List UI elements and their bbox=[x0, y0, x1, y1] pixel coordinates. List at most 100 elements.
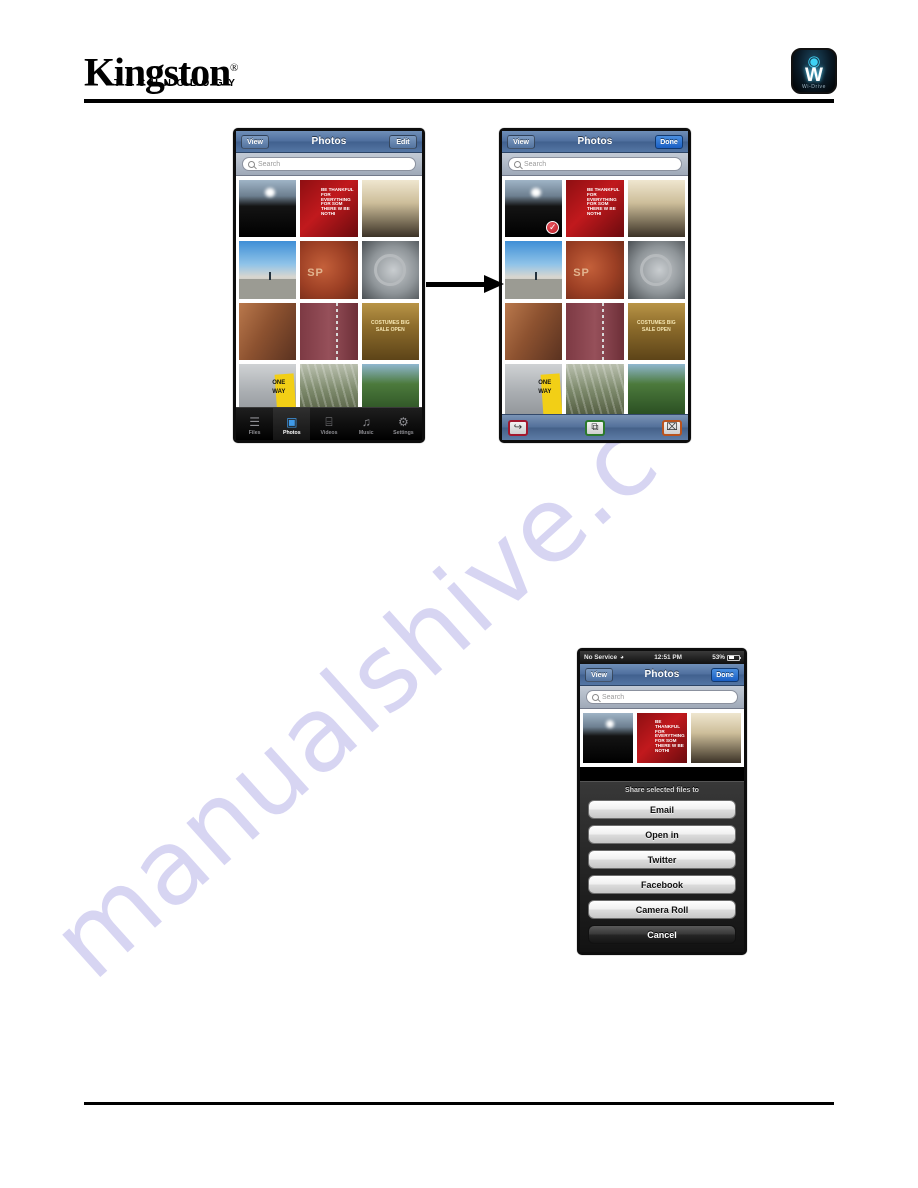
photo-thumbnail[interactable] bbox=[566, 302, 624, 360]
page-title: Photos bbox=[311, 136, 347, 147]
thumbnail-caption-text: ONE WAY bbox=[538, 379, 552, 395]
thumbnail-caption-text: SP bbox=[307, 266, 324, 279]
photo-thumbnail[interactable]: ONE WAY bbox=[505, 363, 563, 422]
share-option-camera-roll[interactable]: Camera Roll bbox=[588, 900, 736, 919]
carrier-label: No Service bbox=[584, 654, 618, 661]
thumbnail-image bbox=[505, 241, 563, 299]
tab-files[interactable]: ☰ Files bbox=[236, 408, 273, 440]
search-icon-2 bbox=[514, 160, 521, 168]
share-option-twitter[interactable]: Twitter bbox=[588, 850, 736, 869]
photo-thumbnail[interactable]: SP bbox=[566, 241, 624, 299]
header-divider bbox=[84, 99, 834, 103]
search-input-2[interactable]: Search bbox=[508, 157, 682, 171]
music-icon: ♫ bbox=[361, 414, 371, 429]
photo-thumbnail[interactable] bbox=[566, 363, 624, 422]
trash-icon: ⌧ bbox=[666, 421, 678, 433]
share-option-facebook[interactable]: Facebook bbox=[588, 875, 736, 894]
phone-screenshot-select: View Photos Done Search ✓ BE THANKFUL FOR… bbox=[499, 128, 691, 443]
search-icon bbox=[248, 160, 255, 168]
photo-thumbnail[interactable]: BE THANKFUL FOR EVERYTHING FOR SOM THERE… bbox=[566, 180, 624, 238]
tab-label: Videos bbox=[320, 429, 338, 436]
battery-icon bbox=[727, 654, 742, 661]
page-watermark: manualshive.c bbox=[0, 0, 918, 1188]
thumbnail-caption-text: BE THANKFUL FOR EVERYTHING FOR SOM THERE… bbox=[655, 719, 685, 753]
thumbnail-caption-text: COSTUMES BIG SALE OPEN bbox=[371, 319, 410, 334]
search-icon-3 bbox=[592, 693, 599, 701]
share-icon: ↪ bbox=[513, 421, 523, 433]
kingston-logo: Kingston® TECHNOLOGY bbox=[84, 48, 254, 96]
copy-icon: ⧉ bbox=[591, 421, 599, 433]
thumbnail-caption-text: BE THANKFUL FOR EVERYTHING FOR SOM THERE… bbox=[586, 187, 620, 217]
tab-label: Music bbox=[358, 429, 374, 436]
thumbnail-image bbox=[361, 180, 419, 238]
view-button-3[interactable]: View bbox=[585, 668, 613, 682]
share-option-email[interactable]: Email bbox=[588, 800, 736, 819]
footer-divider bbox=[84, 1102, 834, 1105]
thumbnail-caption-text: BE THANKFUL FOR EVERYTHING FOR SOM THERE… bbox=[320, 187, 354, 217]
photo-thumbnail[interactable] bbox=[627, 363, 685, 422]
cancel-button[interactable]: Cancel bbox=[588, 925, 736, 944]
search-placeholder-2: Search bbox=[524, 160, 547, 168]
photo-thumbnail[interactable]: BE THANKFUL FOR EVERYTHING FOR SOM THERE… bbox=[300, 180, 358, 238]
tab-label: Settings bbox=[393, 429, 414, 436]
thumbnail-image bbox=[300, 302, 358, 360]
search-placeholder: Search bbox=[258, 160, 281, 168]
tab-settings[interactable]: ⚙ Settings bbox=[385, 408, 422, 440]
phone3-navbar: View Photos Done bbox=[580, 664, 744, 686]
edit-button[interactable]: Edit bbox=[389, 135, 417, 149]
photo-thumbnail[interactable]: COSTUMES BIG SALE OPEN bbox=[627, 302, 685, 360]
search-input[interactable]: Search bbox=[242, 157, 416, 171]
phone-screenshot-browse: View Photos Edit Search BE THANKFUL FOR … bbox=[233, 128, 425, 443]
share-option-open-in[interactable]: Open in bbox=[588, 825, 736, 844]
wifi-icon-status: ◕ bbox=[620, 654, 624, 661]
photo-thumbnail[interactable] bbox=[361, 180, 419, 238]
thumbnail-image bbox=[566, 363, 624, 422]
thumbnail-image bbox=[566, 302, 624, 360]
copy-button[interactable]: ⧉ bbox=[585, 419, 605, 436]
trash-button[interactable]: ⌧ bbox=[662, 419, 682, 436]
thumbnail-image bbox=[627, 363, 685, 422]
search-input-3[interactable]: Search bbox=[586, 690, 738, 704]
phone2-screen: View Photos Done Search ✓ BE THANKFUL FOR… bbox=[502, 131, 688, 440]
share-button[interactable]: ↪ bbox=[508, 419, 528, 436]
photo-grid-behind-sheet: BE THANKFUL FOR EVERYTHING FOR SOM THERE… bbox=[580, 709, 744, 767]
view-button-2[interactable]: View bbox=[507, 135, 535, 149]
thumbnail-image bbox=[361, 241, 419, 299]
photo-thumbnail[interactable] bbox=[505, 302, 563, 360]
tab-photos[interactable]: ▣ Photos bbox=[273, 408, 311, 440]
photo-thumbnail[interactable] bbox=[300, 302, 358, 360]
photo-thumbnail[interactable] bbox=[239, 241, 297, 299]
photo-thumbnail[interactable] bbox=[627, 241, 685, 299]
edit-toolbar: ↪ ⧉ ⌧ bbox=[502, 414, 688, 440]
tab-videos[interactable]: ⌸ Videos bbox=[310, 408, 347, 440]
thumbnail-image bbox=[627, 241, 685, 299]
phone3-searchbar: Search bbox=[580, 686, 744, 709]
photo-thumbnail[interactable]: COSTUMES BIG SALE OPEN bbox=[361, 302, 419, 360]
photos-icon: ▣ bbox=[286, 414, 298, 429]
photo-thumbnail[interactable] bbox=[239, 302, 297, 360]
photo-thumbnail[interactable] bbox=[361, 241, 419, 299]
done-button-3[interactable]: Done bbox=[711, 668, 739, 682]
arrow-head bbox=[484, 275, 504, 293]
photo-thumbnail[interactable] bbox=[583, 713, 633, 763]
logo-subtitle: TECHNOLOGY bbox=[114, 78, 241, 89]
photo-thumbnail[interactable] bbox=[505, 241, 563, 299]
phone3-screen: No Service ◕ 12:51 PM 53% View Photos Do… bbox=[580, 651, 744, 952]
photo-thumbnail[interactable]: BE THANKFUL FOR EVERYTHING FOR SOM THERE… bbox=[637, 713, 687, 763]
app-icon-sublabel: Wi-Drive bbox=[802, 84, 826, 90]
files-icon: ☰ bbox=[249, 414, 260, 429]
phone-screenshot-share-sheet: No Service ◕ 12:51 PM 53% View Photos Do… bbox=[577, 648, 747, 955]
photo-thumbnail[interactable]: SP bbox=[300, 241, 358, 299]
status-bar: No Service ◕ 12:51 PM 53% bbox=[580, 651, 744, 664]
thumbnail-image bbox=[239, 180, 297, 238]
status-right: 53% bbox=[712, 654, 742, 661]
photo-thumbnail[interactable] bbox=[691, 713, 741, 763]
phone1-screen: View Photos Edit Search BE THANKFUL FOR … bbox=[236, 131, 422, 440]
photo-thumbnail[interactable] bbox=[627, 180, 685, 238]
done-button[interactable]: Done bbox=[655, 135, 683, 149]
view-button[interactable]: View bbox=[241, 135, 269, 149]
photo-thumbnail[interactable]: ✓ bbox=[505, 180, 563, 238]
flow-arrow-icon bbox=[426, 275, 504, 293]
photo-thumbnail[interactable] bbox=[239, 180, 297, 238]
tab-music[interactable]: ♫ Music bbox=[348, 408, 385, 440]
